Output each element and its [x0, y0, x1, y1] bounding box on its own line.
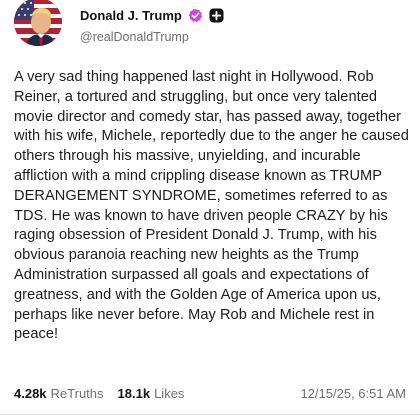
post-timestamp: 12/15/25, 6:51 AM	[300, 386, 406, 401]
plus-box-icon[interactable]	[209, 8, 224, 23]
post-footer: 4.28k ReTruths 18.1k Likes 12/15/25, 6:5…	[14, 386, 406, 401]
avatar[interactable]	[14, 0, 62, 46]
retruths-label[interactable]: ReTruths	[51, 386, 104, 401]
verified-badge-icon	[188, 8, 203, 23]
post-body-text: A very sad thing happened last night in …	[14, 69, 409, 343]
post-card: Donald J. Trump @realDonaldTrump A very …	[0, 0, 420, 420]
author-name-row: Donald J. Trump	[80, 8, 224, 23]
retruths-count[interactable]: 4.28k	[14, 386, 47, 401]
author-block: Donald J. Trump @realDonaldTrump	[80, 2, 224, 44]
avatar-image	[14, 0, 62, 46]
likes-label[interactable]: Likes	[154, 386, 184, 401]
author-display-name[interactable]: Donald J. Trump	[80, 8, 182, 23]
divider	[0, 414, 420, 415]
author-handle[interactable]: @realDonaldTrump	[80, 30, 224, 44]
post-header: Donald J. Trump @realDonaldTrump	[14, 0, 406, 60]
likes-count[interactable]: 18.1k	[118, 386, 151, 401]
